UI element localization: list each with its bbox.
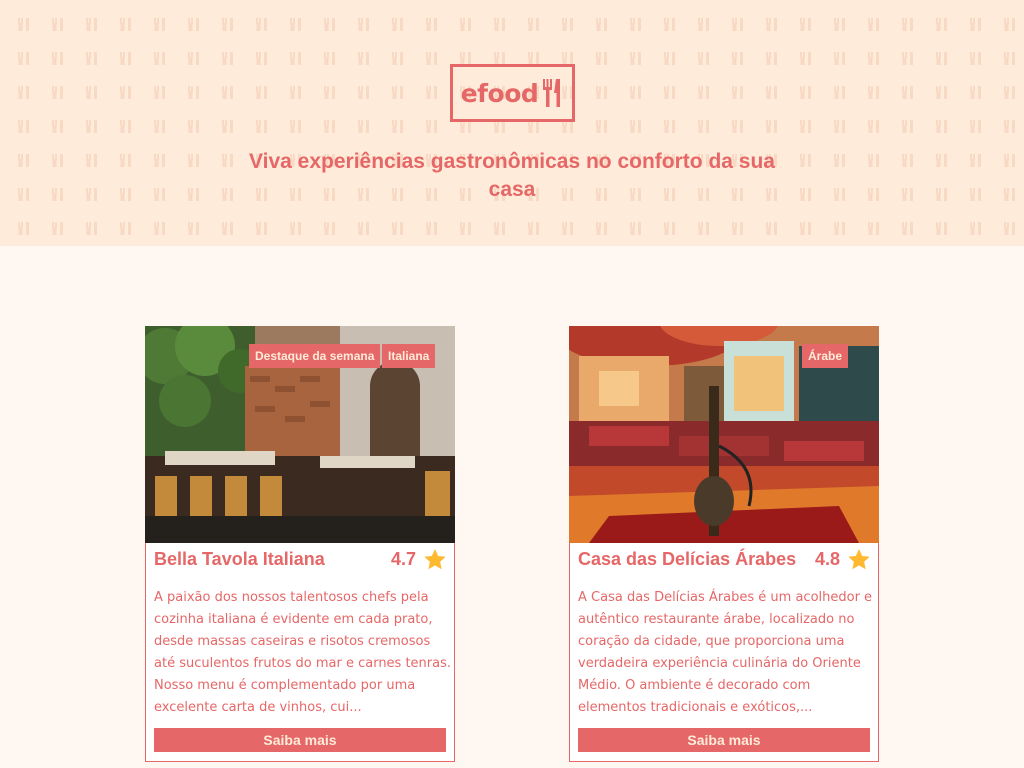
tag-category: Italiana [382, 344, 436, 368]
tag-featured: Destaque da semana [249, 344, 381, 368]
restaurant-name: Casa das Delícias Árabes [578, 549, 797, 569]
rating: 4.7 [391, 549, 446, 570]
tag-category: Árabe [802, 344, 849, 368]
cutlery-pattern [0, 0, 1024, 246]
star-icon [848, 549, 870, 570]
rating-value: 4.7 [390, 549, 416, 569]
restaurant-description: A Casa das Delícias Árabes é um acolhedo… [578, 590, 873, 715]
saiba-mais-button[interactable]: Saiba mais [578, 728, 870, 752]
page-title: Viva experiências gastronômicas no confo… [249, 150, 775, 201]
hero-header: efood Viva experiências gastronômicas no… [0, 0, 1024, 246]
restaurant-description: A paixão dos nossos talentosos chefs pel… [154, 590, 452, 715]
efood-logo[interactable]: efood [450, 64, 575, 122]
rating-value: 4.8 [814, 549, 840, 569]
restaurant-card: Destaque da semana Italiana Bella Tavola… [145, 326, 455, 762]
restaurant-name: Bella Tavola Italiana [154, 549, 325, 569]
cutlery-icon [543, 79, 561, 107]
logo-text: efood [460, 78, 539, 108]
rating: 4.8 [815, 549, 870, 570]
saiba-mais-button[interactable]: Saiba mais [154, 728, 446, 752]
restaurant-card: Árabe Casa das Delícias Árabes 4.8 A Cas… [569, 326, 879, 762]
star-icon [424, 549, 446, 570]
